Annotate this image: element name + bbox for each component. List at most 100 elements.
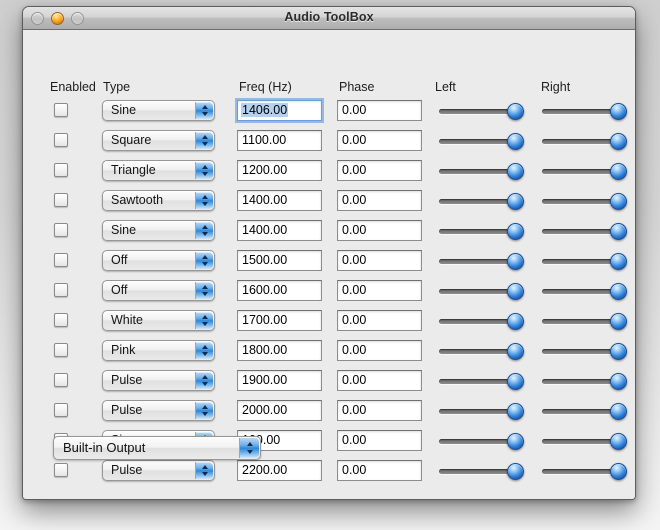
right-gain-slider[interactable] [542,221,627,241]
right-gain-slider[interactable] [542,251,627,271]
window-titlebar[interactable]: Audio ToolBox [23,7,635,30]
waveform-type-stepper-icon[interactable] [195,342,213,359]
enabled-checkbox[interactable] [54,163,68,177]
frequency-input[interactable]: 1200.00 [237,160,322,181]
left-gain-slider[interactable] [439,101,524,121]
left-gain-slider[interactable] [439,371,524,391]
right-gain-slider[interactable] [542,341,627,361]
waveform-type-stepper-icon[interactable] [195,312,213,329]
enabled-checkbox[interactable] [54,463,68,477]
right-gain-slider[interactable] [542,191,627,211]
left-gain-slider[interactable] [439,311,524,331]
left-gain-slider[interactable] [439,131,524,151]
phase-input[interactable]: 0.00 [337,460,422,481]
waveform-type-stepper-icon[interactable] [195,402,213,419]
right-gain-slider-knob[interactable] [610,103,627,120]
phase-input[interactable]: 0.00 [337,310,422,331]
waveform-type-stepper-icon[interactable] [195,252,213,269]
left-gain-slider[interactable] [439,461,524,481]
right-gain-slider[interactable] [542,311,627,331]
right-gain-slider[interactable] [542,161,627,181]
left-gain-slider-knob[interactable] [507,283,524,300]
phase-input[interactable]: 0.00 [337,100,422,121]
right-gain-slider-knob[interactable] [610,313,627,330]
left-gain-slider-knob[interactable] [507,133,524,150]
left-gain-slider-knob[interactable] [507,373,524,390]
phase-input[interactable]: 0.00 [337,160,422,181]
left-gain-slider-knob[interactable] [507,253,524,270]
phase-input[interactable]: 0.00 [337,370,422,391]
waveform-type-popup[interactable]: Triangle [102,160,215,181]
right-gain-slider[interactable] [542,131,627,151]
frequency-input[interactable]: 1500.00 [237,250,322,271]
waveform-type-popup[interactable]: Sine [102,220,215,241]
waveform-type-stepper-icon[interactable] [195,132,213,149]
right-gain-slider-knob[interactable] [610,403,627,420]
frequency-input[interactable]: 1100.00 [237,130,322,151]
waveform-type-stepper-icon[interactable] [195,222,213,239]
right-gain-slider-knob[interactable] [610,253,627,270]
output-device-popup[interactable]: Built-in Output [53,436,261,460]
phase-input[interactable]: 0.00 [337,220,422,241]
left-gain-slider-knob[interactable] [507,343,524,360]
right-gain-slider-knob[interactable] [610,343,627,360]
right-gain-slider[interactable] [542,101,627,121]
phase-input[interactable]: 0.00 [337,250,422,271]
enabled-checkbox[interactable] [54,223,68,237]
left-gain-slider-knob[interactable] [507,463,524,480]
left-gain-slider[interactable] [439,161,524,181]
output-device-stepper-icon[interactable] [239,438,259,458]
waveform-type-popup[interactable]: Square [102,130,215,151]
frequency-input[interactable]: 1900.00 [237,370,322,391]
waveform-type-popup[interactable]: Sawtooth [102,190,215,211]
right-gain-slider-knob[interactable] [610,433,627,450]
enabled-checkbox[interactable] [54,403,68,417]
right-gain-slider-knob[interactable] [610,223,627,240]
enabled-checkbox[interactable] [54,373,68,387]
left-gain-slider[interactable] [439,221,524,241]
waveform-type-popup[interactable]: Pulse [102,460,215,481]
left-gain-slider-knob[interactable] [507,193,524,210]
waveform-type-popup[interactable]: White [102,310,215,331]
frequency-input[interactable]: 1406.00 [237,100,322,121]
right-gain-slider[interactable] [542,281,627,301]
phase-input[interactable]: 0.00 [337,280,422,301]
right-gain-slider-knob[interactable] [610,373,627,390]
right-gain-slider-knob[interactable] [610,163,627,180]
right-gain-slider[interactable] [542,461,627,481]
left-gain-slider-knob[interactable] [507,163,524,180]
waveform-type-stepper-icon[interactable] [195,162,213,179]
frequency-input[interactable]: 1600.00 [237,280,322,301]
frequency-input[interactable]: 1800.00 [237,340,322,361]
right-gain-slider[interactable] [542,431,627,451]
left-gain-slider-knob[interactable] [507,223,524,240]
enabled-checkbox[interactable] [54,313,68,327]
left-gain-slider-knob[interactable] [507,313,524,330]
enabled-checkbox[interactable] [54,133,68,147]
right-gain-slider-knob[interactable] [610,133,627,150]
left-gain-slider[interactable] [439,401,524,421]
right-gain-slider-knob[interactable] [610,193,627,210]
waveform-type-stepper-icon[interactable] [195,102,213,119]
enabled-checkbox[interactable] [54,253,68,267]
left-gain-slider[interactable] [439,341,524,361]
right-gain-slider[interactable] [542,401,627,421]
enabled-checkbox[interactable] [54,193,68,207]
waveform-type-stepper-icon[interactable] [195,462,213,479]
left-gain-slider[interactable] [439,251,524,271]
waveform-type-popup[interactable]: Sine [102,100,215,121]
waveform-type-popup[interactable]: Off [102,250,215,271]
left-gain-slider[interactable] [439,281,524,301]
waveform-type-stepper-icon[interactable] [195,282,213,299]
enabled-checkbox[interactable] [54,283,68,297]
left-gain-slider-knob[interactable] [507,103,524,120]
enabled-checkbox[interactable] [54,343,68,357]
phase-input[interactable]: 0.00 [337,430,422,451]
frequency-input[interactable]: 2200.00 [237,460,322,481]
frequency-input[interactable]: 1400.00 [237,220,322,241]
waveform-type-popup[interactable]: Pulse [102,370,215,391]
enabled-checkbox[interactable] [54,103,68,117]
waveform-type-popup[interactable]: Pulse [102,400,215,421]
waveform-type-popup[interactable]: Off [102,280,215,301]
frequency-input[interactable]: 2000.00 [237,400,322,421]
